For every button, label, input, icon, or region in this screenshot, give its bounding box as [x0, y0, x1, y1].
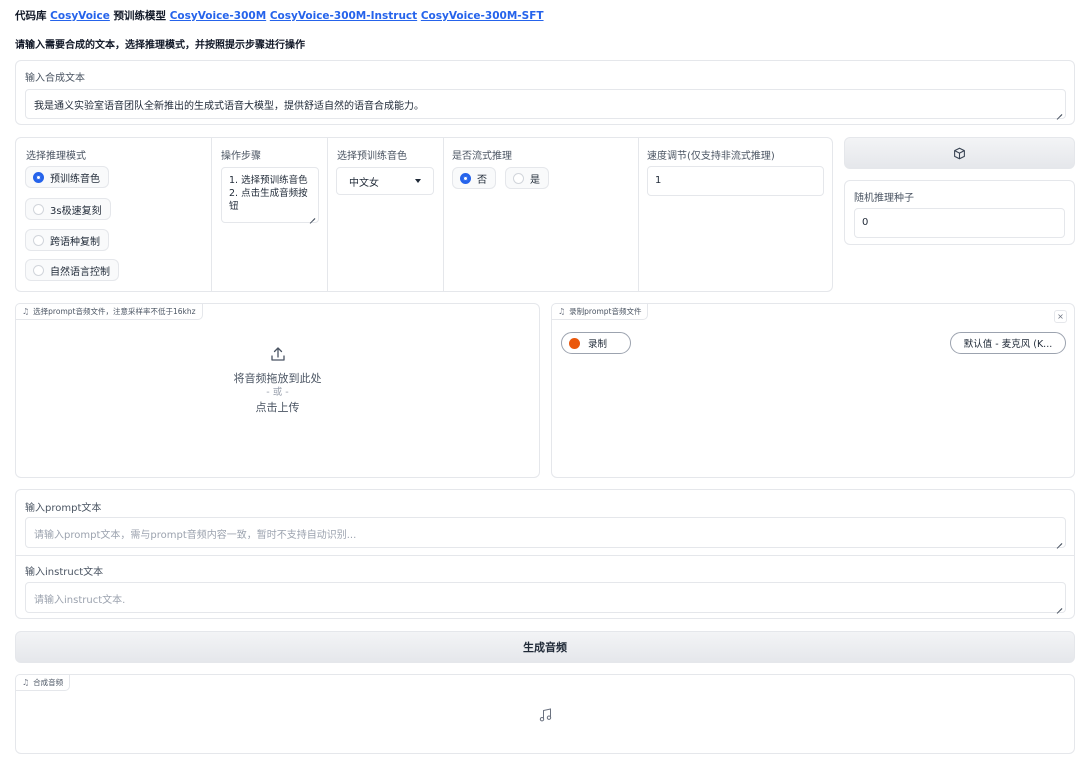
repo-label: 代码库	[15, 10, 47, 22]
stream-label: 是否流式推理	[452, 151, 512, 162]
mode-option-label: 3s极速复刻	[50, 205, 102, 217]
output-audio-tag-label: 合成音频	[33, 678, 64, 687]
mode-option-3s-clone[interactable]: 3s极速复刻	[25, 198, 111, 220]
music-note-icon	[539, 708, 552, 722]
prompt-record-tag-label: 录制prompt音频文件	[569, 307, 642, 316]
instruction-text: 请输入需要合成的文本，选择推理模式，并按照提示步骤进行操作	[15, 40, 305, 51]
resize-handle[interactable]	[307, 212, 315, 220]
microphone-select[interactable]: 默认值 - 麦克风 (K...	[950, 332, 1066, 354]
upload-dropzone[interactable]: 将音频拖放到此处 - 或 - 点击上传	[16, 346, 539, 415]
radio-icon	[513, 172, 524, 184]
repo-link[interactable]: CosyVoice	[50, 10, 110, 22]
options-panel: 选择推理模式 预训练音色 3s极速复刻 跨语种复制 自然语言控制 操作步骤 1.…	[15, 137, 833, 292]
resize-handle[interactable]	[1054, 537, 1062, 545]
seed-label: 随机推理种子	[854, 193, 914, 204]
seed-input[interactable]: 0	[854, 208, 1065, 238]
instruct-text-placeholder: 请输入instruct文本.	[34, 595, 126, 606]
resize-handle[interactable]	[1054, 602, 1062, 610]
radio-icon	[33, 264, 44, 276]
random-seed-button[interactable]	[844, 137, 1075, 169]
prompt-record-panel: ♫ 录制prompt音频文件 × 录制 默认值 - 麦克风 (K...	[551, 303, 1075, 478]
tts-text-panel: 输入合成文本 我是通义实验室语音团队全新推出的生成式语音大模型，提供舒适自然的语…	[15, 60, 1075, 125]
speaker-label: 选择预训练音色	[337, 151, 407, 162]
mode-option-pretrained[interactable]: 预训练音色	[25, 166, 109, 188]
generate-audio-button[interactable]: 生成音频	[15, 631, 1075, 663]
stream-option-no[interactable]: 否	[452, 167, 496, 189]
drop-text: 将音频拖放到此处	[233, 372, 322, 385]
steps-textarea[interactable]: 1. 选择预训练音色 2. 点击生成音频按 钮	[221, 167, 319, 223]
steps-line: 2. 点击生成音频按	[229, 188, 308, 199]
output-audio-panel: ♫ 合成音频	[15, 674, 1075, 754]
instruct-text-input[interactable]: 请输入instruct文本.	[25, 582, 1066, 613]
record-button[interactable]: 录制	[561, 332, 631, 354]
header-links: 代码库 CosyVoice 预训练模型 CosyVoice-300M CosyV…	[15, 8, 544, 23]
seed-value: 0	[862, 217, 869, 228]
mode-option-label: 预训练音色	[50, 173, 100, 185]
steps-line: 钮	[229, 201, 239, 212]
music-note-icon: ♫	[22, 678, 30, 687]
model-link-300m-instruct[interactable]: CosyVoice-300M-Instruct	[270, 10, 417, 22]
mode-option-instruct[interactable]: 自然语言控制	[25, 259, 119, 281]
tts-text-input[interactable]: 我是通义实验室语音团队全新推出的生成式语音大模型，提供舒适自然的语音合成能力。	[25, 89, 1066, 119]
mode-option-cross-lingual[interactable]: 跨语种复制	[25, 229, 109, 251]
prompt-upload-tag: ♫ 选择prompt音频文件，注意采样率不低于16khz	[15, 303, 203, 320]
music-note-icon: ♫	[558, 307, 566, 316]
output-audio-tag: ♫ 合成音频	[15, 674, 71, 691]
radio-icon	[33, 234, 44, 246]
radio-selected-icon	[33, 171, 44, 183]
mode-option-label: 自然语言控制	[50, 266, 110, 278]
mode-label: 选择推理模式	[26, 151, 86, 162]
steps-line: 1. 选择预训练音色	[229, 175, 308, 186]
prompt-upload-panel[interactable]: ♫ 选择prompt音频文件，注意采样率不低于16khz 将音频拖放到此处 - …	[15, 303, 540, 478]
speaker-value: 中文女	[349, 177, 379, 189]
generate-audio-label: 生成音频	[523, 641, 567, 654]
resize-handle[interactable]	[1054, 108, 1062, 116]
upload-icon	[270, 347, 285, 361]
speaker-dropdown[interactable]: 中文女	[336, 167, 434, 195]
prompt-record-tag: ♫ 录制prompt音频文件	[551, 303, 649, 320]
tts-text-label: 输入合成文本	[25, 73, 85, 84]
record-dot-icon	[569, 337, 580, 349]
stream-option-yes[interactable]: 是	[505, 167, 549, 189]
instruct-text-label: 输入instruct文本	[25, 567, 104, 578]
model-link-300m[interactable]: CosyVoice-300M	[170, 10, 266, 22]
click-upload-text: 点击上传	[255, 401, 300, 414]
dice-icon	[954, 147, 965, 159]
close-icon[interactable]: ×	[1054, 310, 1067, 323]
prompt-text-input[interactable]: 请输入prompt文本，需与prompt音频内容一致，暂时不支持自动识别...	[25, 517, 1066, 548]
models-label: 预训练模型	[113, 10, 167, 22]
or-text: - 或 -	[266, 387, 289, 398]
steps-label: 操作步骤	[221, 151, 261, 162]
microphone-label: 默认值 - 麦克风 (K...	[963, 339, 1053, 350]
mode-option-label: 跨语种复制	[50, 236, 100, 248]
radio-icon	[33, 203, 44, 215]
music-note-icon: ♫	[22, 307, 30, 316]
caret-down-icon	[415, 179, 421, 183]
prompt-text-placeholder: 请输入prompt文本，需与prompt音频内容一致，暂时不支持自动识别...	[34, 530, 357, 541]
speed-label: 速度调节(仅支持非流式推理)	[647, 151, 775, 162]
radio-selected-icon	[460, 172, 471, 184]
speed-input[interactable]: 1	[647, 166, 824, 196]
prompt-instruct-panel: 输入prompt文本 请输入prompt文本，需与prompt音频内容一致，暂时…	[15, 489, 1075, 619]
model-link-300m-sft[interactable]: CosyVoice-300M-SFT	[421, 10, 544, 22]
seed-panel: 随机推理种子 0	[844, 180, 1075, 245]
speed-value: 1	[655, 175, 662, 186]
stream-option-label: 是	[530, 174, 540, 186]
prompt-upload-tag-label: 选择prompt音频文件，注意采样率不低于16khz	[33, 307, 196, 316]
tts-text-value: 我是通义实验室语音团队全新推出的生成式语音大模型，提供舒适自然的语音合成能力。	[34, 101, 424, 112]
divider	[16, 555, 1074, 556]
prompt-text-label: 输入prompt文本	[25, 503, 102, 514]
stream-option-label: 否	[477, 174, 487, 186]
record-label: 录制	[588, 339, 608, 350]
